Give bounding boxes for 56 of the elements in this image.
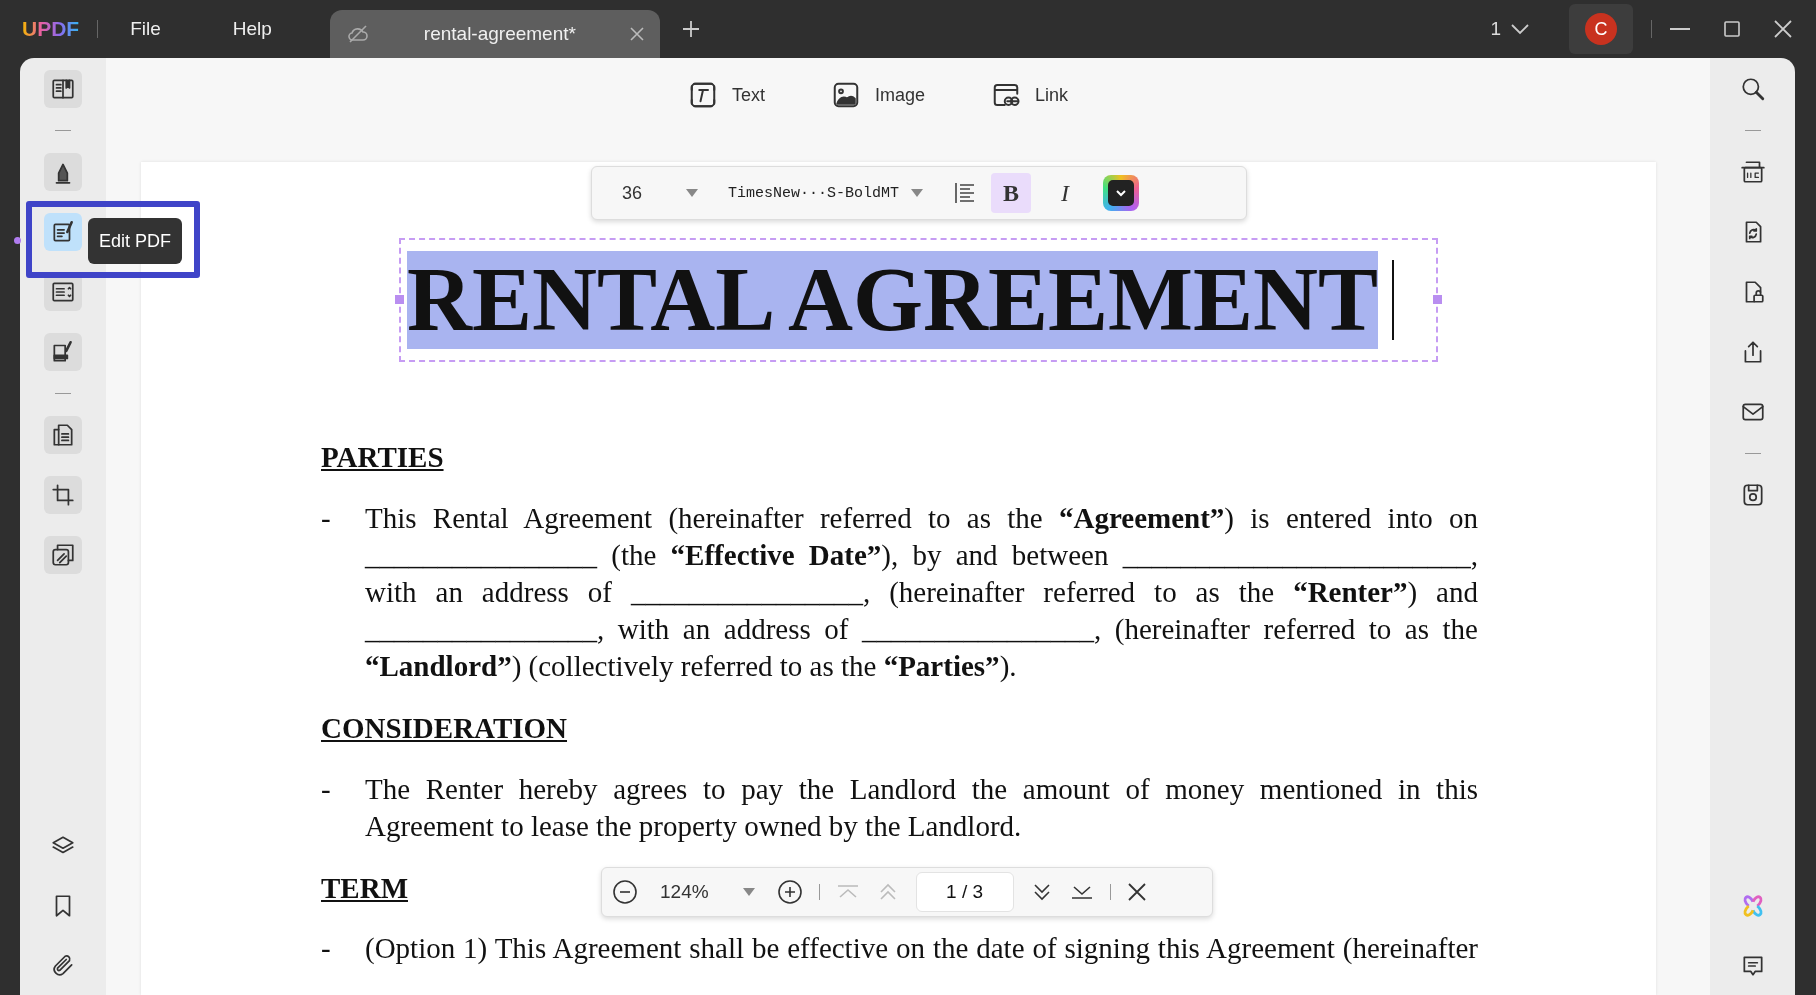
search-icon [1739,76,1766,102]
bold-button[interactable]: B [991,173,1032,213]
book-icon [50,76,76,102]
chevron-down-icon[interactable] [1511,23,1529,35]
list-dash: - [321,931,332,967]
paragraph: The Renter hereby agrees to pay the Landlord the amount of money mentioned in this Agreement to lease the property owned by the Landlord. [365,771,1478,844]
paragraph: (Option 1) This Agreement shall be effective on the date of signing this Agreement (hereinafter [365,931,1478,967]
caret-icon[interactable] [686,189,699,197]
account-button[interactable]: C [1569,4,1633,54]
resize-handle[interactable] [1433,295,1442,304]
tool-button[interactable] [44,153,82,191]
page-menu[interactable]: 1 [1490,18,1501,40]
zoom-in-button[interactable] [776,879,803,905]
edit-icon [50,219,76,245]
font-name-field[interactable]: TimesNew···S-BoldMT [728,184,900,202]
insert-tool[interactable]: Image [826,76,929,114]
plus-icon[interactable] [681,20,700,38]
caret-icon[interactable] [911,189,924,197]
menu-item[interactable]: Help [218,12,286,46]
section-heading: PARTIES [321,440,444,475]
pages-icon [50,422,76,448]
font-size-field[interactable]: 36 [622,182,643,204]
active-indicator [14,237,21,244]
page-number-field[interactable]: 1 / 3 [915,872,1014,912]
zoom-out-button[interactable] [612,879,638,905]
zoom-level[interactable]: 124% [660,881,709,903]
document-tab[interactable]: rental-agreement* [329,10,660,58]
tooltip: Edit PDF [88,218,183,264]
tool-button[interactable] [44,333,82,371]
resize-handle[interactable] [395,295,404,304]
avatar: C [1585,13,1617,45]
color-picker[interactable] [1103,175,1140,211]
document-title[interactable]: RENTAL AGREEMENT [407,251,1378,349]
tool-button[interactable] [44,536,82,574]
insert-tool[interactable]: Text [683,76,769,114]
scanner-icon [1739,159,1766,185]
form-icon [50,279,76,305]
last-page-icon[interactable] [1069,884,1094,900]
crop-icon [50,482,76,508]
paragraph: This Rental Agreement (hereinafter referred to as the “Agreement”) is entered into on ________________ (the “Effective Date”), by and between ________________________, with an address of ________________, (hereinafter referred to as the “Renter”) and ________________, with an address of ________________, (hereinafter referred to as the “Landlord”) (collectively referred to as the “Parties”). [365,500,1478,684]
list-dash: - [321,500,332,536]
chevron-down-icon [1115,189,1128,197]
tool-button[interactable] [44,416,82,454]
menu-item[interactable]: File [116,12,175,46]
close-icon[interactable] [1126,882,1147,902]
maximize-icon[interactable] [1724,21,1740,37]
italic-button[interactable]: I [1045,173,1086,213]
insert-tool[interactable]: Link [987,76,1073,114]
caret-icon[interactable] [742,888,755,896]
tool-button[interactable] [44,476,82,514]
section-heading: CONSIDERATION [321,710,567,746]
section-heading: TERM [321,870,408,906]
tool-button[interactable] [44,213,82,251]
list-dash: - [321,771,332,807]
tool-button[interactable] [44,70,82,108]
copy-icon [50,542,76,568]
